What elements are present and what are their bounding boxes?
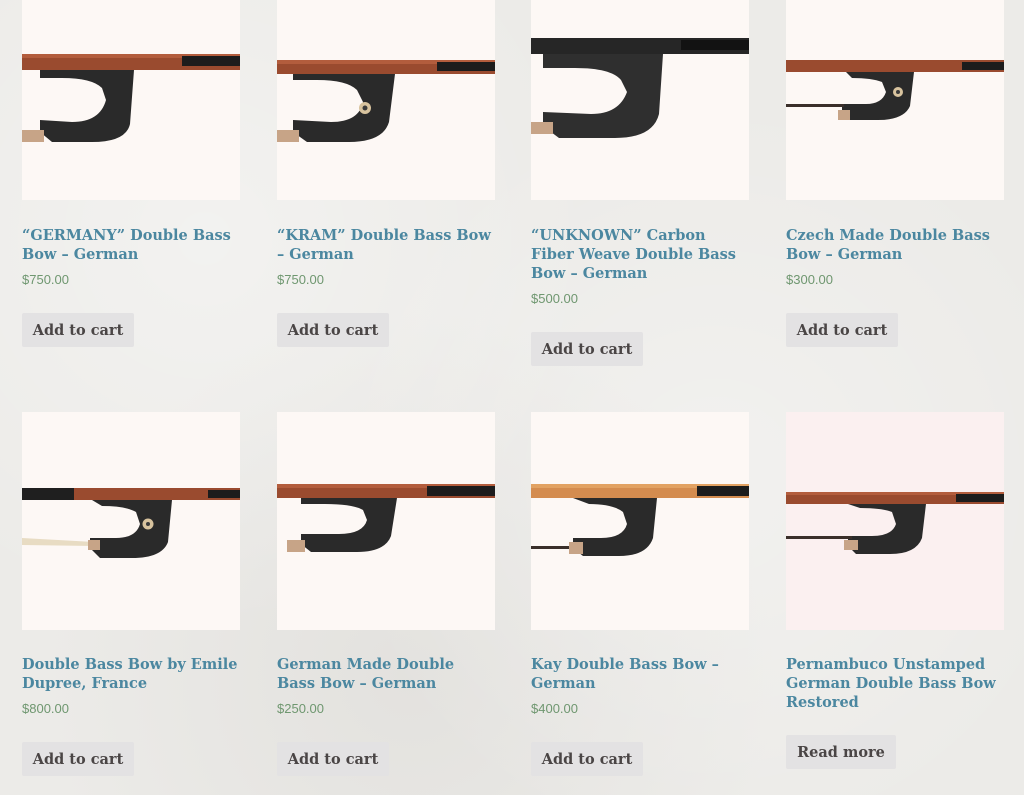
product-price: $750.00 — [22, 272, 69, 287]
product-title-link[interactable]: Double Bass Bow by Emile Dupree, France — [22, 655, 240, 693]
product-title-link[interactable]: “GERMANY” Double Bass Bow – German — [22, 226, 240, 264]
product-price: $250.00 — [277, 701, 324, 716]
product-image[interactable] — [22, 0, 240, 200]
product-price: $800.00 — [22, 701, 69, 716]
product-title-link[interactable]: German Made Double Bass Bow – German — [277, 655, 495, 693]
product-image[interactable] — [277, 0, 495, 200]
product-price: $750.00 — [277, 272, 324, 287]
product-price: $300.00 — [786, 272, 833, 287]
add-to-cart-button[interactable]: Add to cart — [531, 332, 643, 366]
product-title-link[interactable]: Czech Made Double Bass Bow – German — [786, 226, 1004, 264]
product-image[interactable] — [531, 412, 749, 630]
add-to-cart-button[interactable]: Add to cart — [22, 742, 134, 776]
read-more-button[interactable]: Read more — [786, 735, 896, 769]
product-image[interactable] — [531, 0, 749, 200]
product-price: $500.00 — [531, 291, 578, 306]
add-to-cart-button[interactable]: Add to cart — [22, 313, 134, 347]
product-image[interactable] — [786, 412, 1004, 630]
add-to-cart-button[interactable]: Add to cart — [531, 742, 643, 776]
product-price: $400.00 — [531, 701, 578, 716]
add-to-cart-button[interactable]: Add to cart — [277, 742, 389, 776]
product-title-link[interactable]: Kay Double Bass Bow – German — [531, 655, 749, 693]
product-image[interactable] — [786, 0, 1004, 200]
product-title-link[interactable]: “UNKNOWN” Carbon Fiber Weave Double Bass… — [531, 226, 749, 283]
product-title-link[interactable]: Pernambuco Unstamped German Double Bass … — [786, 655, 1004, 712]
product-grid: “GERMANY” Double Bass Bow – German $750.… — [0, 0, 1024, 795]
product-image[interactable] — [22, 412, 240, 630]
product-image[interactable] — [277, 412, 495, 630]
add-to-cart-button[interactable]: Add to cart — [277, 313, 389, 347]
add-to-cart-button[interactable]: Add to cart — [786, 313, 898, 347]
product-title-link[interactable]: “KRAM” Double Bass Bow – German — [277, 226, 495, 264]
